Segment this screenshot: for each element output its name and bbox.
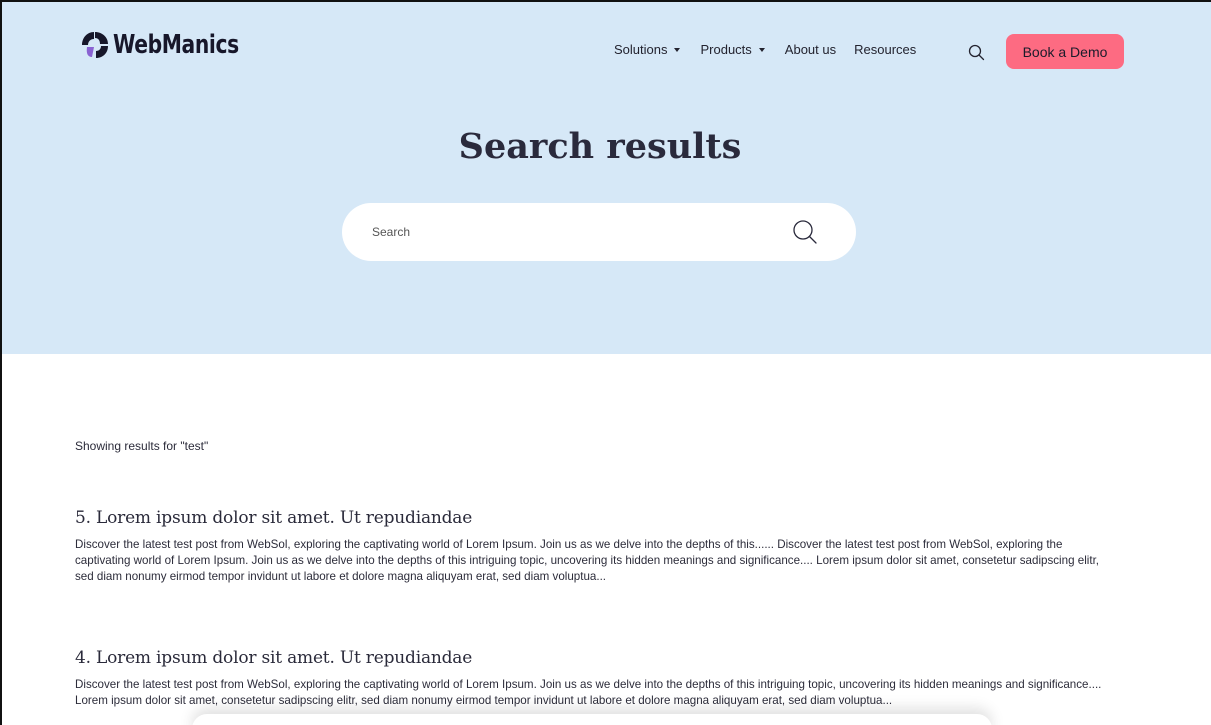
logo-mark-icon — [82, 32, 108, 58]
nav-item-resources[interactable]: Resources — [854, 42, 916, 57]
results-summary: Showing results for "test" — [75, 439, 209, 453]
search-icon[interactable] — [792, 219, 818, 245]
brand-name: WebManics — [113, 30, 239, 60]
search-result-item: 5. Lorem ipsum dolor sit amet. Ut repudi… — [75, 508, 1115, 585]
result-title-link[interactable]: 5. Lorem ipsum dolor sit amet. Ut repudi… — [75, 508, 1115, 528]
hero-section: WebManics Solutions Products About us Re… — [2, 2, 1211, 354]
main-nav: Solutions Products About us Resources — [614, 42, 916, 57]
result-title-link[interactable]: 4. Lorem ipsum dolor sit amet. Ut repudi… — [75, 648, 1115, 668]
search-result-item: 4. Lorem ipsum dolor sit amet. Ut repudi… — [75, 648, 1115, 709]
nav-item-label: Resources — [854, 42, 917, 57]
nav-item-label: Products — [700, 42, 752, 57]
page: WebManics Solutions Products About us Re… — [0, 0, 1211, 725]
search-input[interactable] — [372, 203, 772, 261]
caret-down-icon — [758, 48, 765, 52]
search-bar — [342, 203, 856, 261]
caret-down-icon — [674, 48, 681, 52]
nav-item-products[interactable]: Products — [700, 42, 765, 57]
page-title: Search results — [458, 126, 742, 167]
brand-logo[interactable]: WebManics — [80, 30, 274, 60]
bottom-overlay-panel — [192, 714, 992, 725]
book-demo-button[interactable]: Book a Demo — [1006, 34, 1124, 69]
nav-item-label: Solutions — [614, 42, 668, 57]
search-icon[interactable] — [968, 44, 985, 61]
nav-item-label: About us — [784, 42, 837, 57]
result-snippet: Discover the latest test post from WebSo… — [75, 678, 1102, 707]
result-snippet: Discover the latest test post from WebSo… — [75, 538, 1100, 583]
nav-item-about-us[interactable]: About us — [785, 42, 836, 57]
nav-item-solutions[interactable]: Solutions — [614, 42, 681, 57]
